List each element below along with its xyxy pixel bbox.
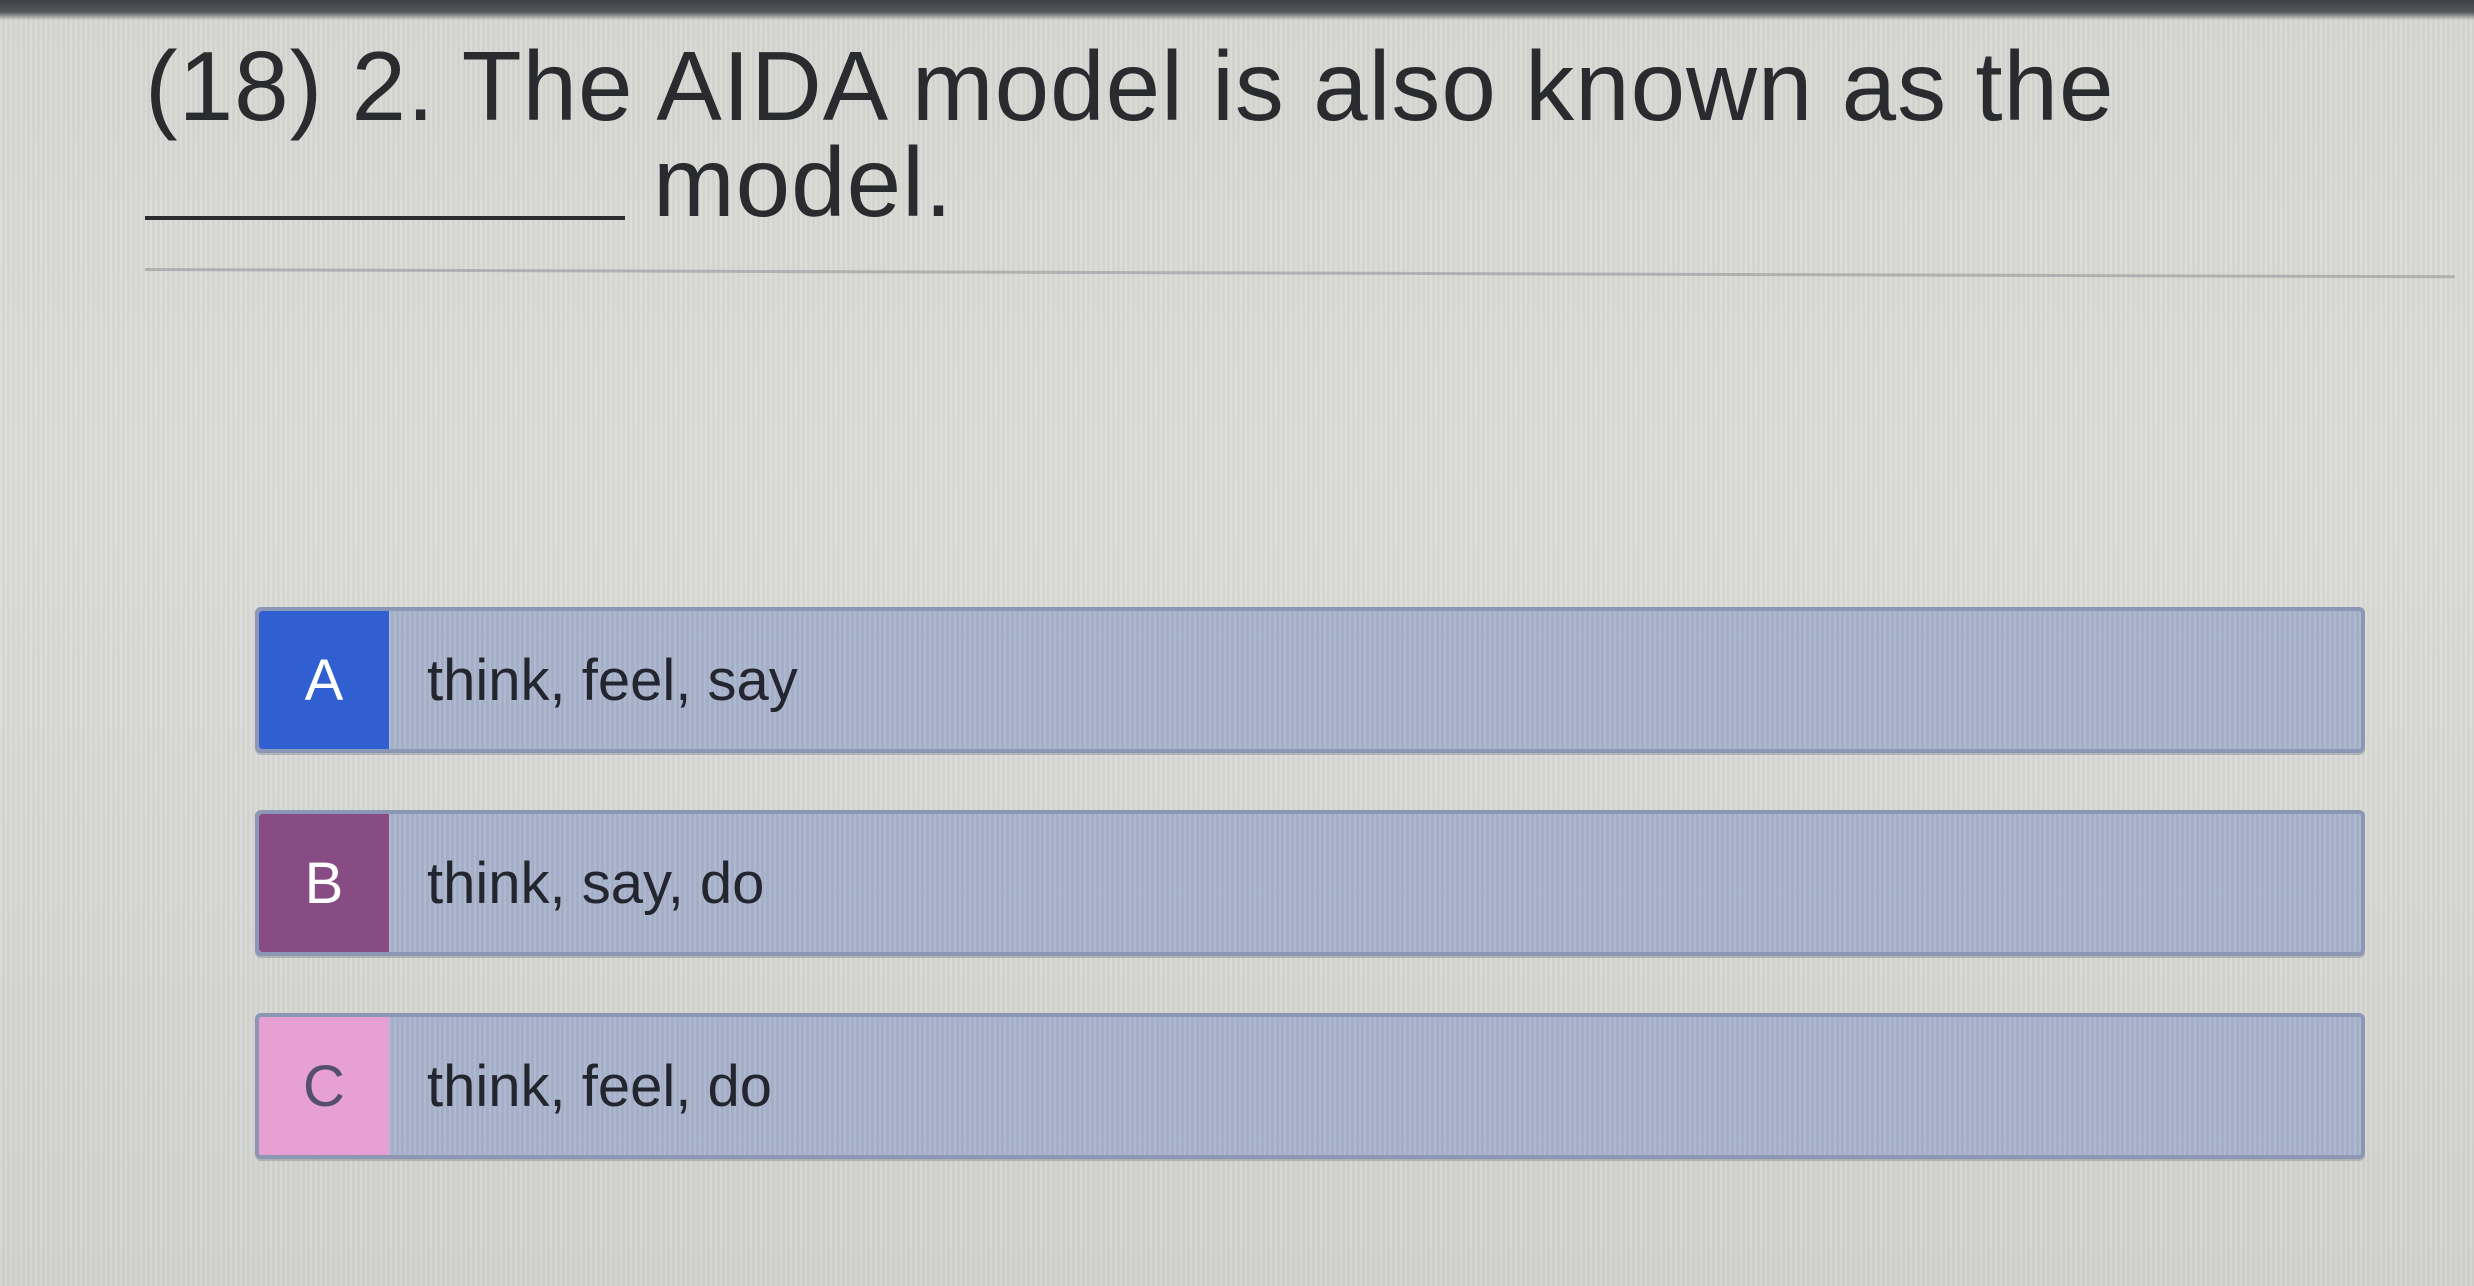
question-line-1: (18) 2. The AIDA model is also known as … [145,31,2115,141]
question-line-2: model. [145,127,2345,237]
option-c-letter: C [259,1017,389,1155]
top-bar [0,0,2474,20]
option-b-letter: B [259,814,389,952]
option-a[interactable]: A think, feel, say [255,607,2365,753]
option-c-text: think, feel, do [427,1053,772,1119]
option-c[interactable]: C think, feel, do [255,1013,2365,1159]
question-text: (18) 2. The AIDA model is also known as … [145,31,2345,237]
option-a-letter: A [259,611,389,749]
answer-options: A think, feel, say B think, say, do C th… [255,607,2365,1216]
question-line-2-text: model. [653,127,954,237]
option-b[interactable]: B think, say, do [255,810,2365,956]
option-a-text: think, feel, say [427,647,798,713]
fill-in-blank [145,216,625,220]
option-b-text: think, say, do [427,850,765,916]
divider [144,268,2455,279]
